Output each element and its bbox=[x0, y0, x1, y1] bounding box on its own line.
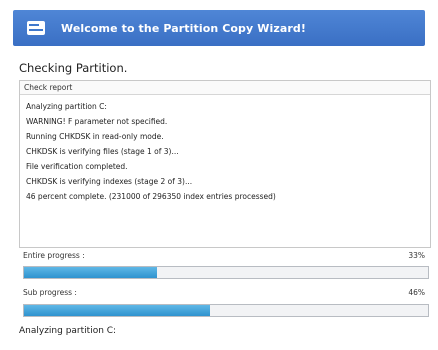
partition-disk-icon bbox=[25, 19, 47, 37]
log-line: CHKDSK is verifying files (stage 1 of 3)… bbox=[26, 147, 179, 156]
check-report-header: Check report bbox=[20, 81, 430, 95]
sub-progress-bar bbox=[23, 304, 429, 317]
entire-progress-label: Entire progress : bbox=[23, 251, 85, 260]
check-report-log: Analyzing partition C: WARNING! F parame… bbox=[20, 95, 430, 204]
log-line: Analyzing partition C: bbox=[26, 102, 107, 111]
entire-progress-fill bbox=[24, 267, 158, 278]
wizard-banner: Welcome to the Partition Copy Wizard! bbox=[13, 10, 425, 46]
sub-progress-fill bbox=[24, 305, 210, 316]
entire-progress-bar bbox=[23, 266, 429, 279]
log-line: Running CHKDSK in read-only mode. bbox=[26, 132, 164, 141]
log-line: 46 percent complete. (231000 of 296350 i… bbox=[26, 192, 276, 201]
log-line: File verification completed. bbox=[26, 162, 128, 171]
entire-progress-percent: 33% bbox=[408, 251, 425, 260]
log-line: WARNING! F parameter not specified. bbox=[26, 117, 168, 126]
sub-progress-percent: 46% bbox=[408, 288, 425, 297]
partition-copy-wizard: Welcome to the Partition Copy Wizard! Ch… bbox=[0, 0, 438, 350]
sub-progress-label: Sub progress : bbox=[23, 288, 77, 297]
log-line: CHKDSK is verifying indexes (stage 2 of … bbox=[26, 177, 193, 186]
check-report-panel[interactable]: Check report Analyzing partition C: WARN… bbox=[19, 80, 431, 248]
wizard-title: Welcome to the Partition Copy Wizard! bbox=[61, 21, 306, 35]
page-title: Checking Partition. bbox=[19, 61, 128, 75]
status-text: Analyzing partition C: bbox=[19, 326, 117, 336]
